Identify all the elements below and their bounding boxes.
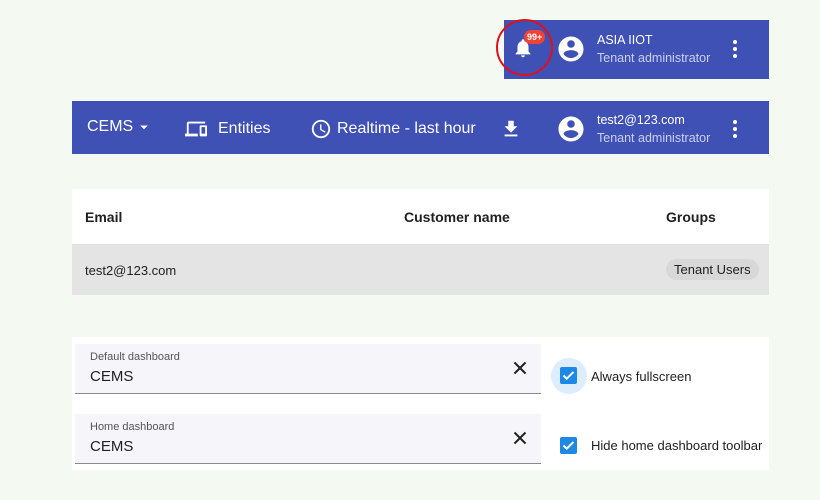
- table-row[interactable]: test2@123.com Tenant Users: [72, 245, 769, 295]
- timewindow-button[interactable]: Realtime - last hour: [310, 118, 476, 140]
- download-icon: [504, 120, 518, 137]
- hide-toolbar-checkbox[interactable]: [560, 437, 577, 454]
- always-fullscreen-label: Always fullscreen: [591, 369, 692, 384]
- entities-button[interactable]: Entities: [184, 118, 270, 140]
- table-header: Email Customer name Groups: [72, 189, 769, 245]
- home-dashboard-label: Home dashboard: [90, 421, 175, 433]
- column-groups[interactable]: Groups: [666, 209, 716, 225]
- more-vert-icon: [733, 120, 737, 138]
- user-menu-button[interactable]: [728, 38, 742, 60]
- highlight-circle: [496, 19, 553, 76]
- dashboard-select-value: CEMS: [87, 118, 134, 135]
- account-circle-icon[interactable]: [556, 34, 586, 64]
- more-vert-icon: [733, 40, 737, 58]
- clear-home-dashboard-button[interactable]: [513, 431, 527, 445]
- user-name: ASIA IIOT: [597, 33, 653, 47]
- toolbar-user-name: test2@123.com: [597, 113, 685, 127]
- toolbar-user-role: Tenant administrator: [597, 131, 711, 145]
- arrow-drop-down-icon: [140, 125, 148, 130]
- clock-icon: [311, 119, 331, 139]
- close-icon: [513, 431, 527, 445]
- column-customer-name[interactable]: Customer name: [404, 209, 510, 225]
- checkmark-icon: [562, 371, 575, 381]
- devices-icon: [185, 121, 207, 137]
- export-button[interactable]: [500, 118, 522, 140]
- group-chip: Tenant Users: [666, 259, 759, 280]
- home-dashboard-value: CEMS: [90, 438, 134, 455]
- users-table: Email Customer name Groups test2@123.com…: [72, 189, 769, 295]
- default-dashboard-label: Default dashboard: [90, 351, 180, 363]
- column-email[interactable]: Email: [85, 209, 122, 225]
- close-icon: [513, 361, 527, 375]
- home-dashboard-field[interactable]: Home dashboard CEMS: [75, 414, 541, 464]
- always-fullscreen-checkbox[interactable]: [560, 367, 577, 384]
- clear-default-dashboard-button[interactable]: [513, 361, 527, 375]
- default-dashboard-field[interactable]: Default dashboard CEMS: [75, 344, 541, 394]
- hide-toolbar-label: Hide home dashboard toolbar: [591, 438, 763, 453]
- entities-label: Entities: [218, 120, 271, 137]
- cell-email: test2@123.com: [85, 263, 177, 278]
- checkmark-icon: [562, 441, 575, 451]
- timewindow-label: Realtime - last hour: [337, 120, 476, 137]
- account-circle-icon[interactable]: [556, 114, 586, 144]
- dashboard-select[interactable]: CEMS: [87, 118, 153, 136]
- toolbar-menu-button[interactable]: [728, 118, 742, 140]
- default-dashboard-value: CEMS: [90, 368, 134, 385]
- dashboard-settings-panel: Default dashboard CEMS Home dashboard CE…: [72, 337, 769, 470]
- user-role: Tenant administrator: [597, 51, 711, 65]
